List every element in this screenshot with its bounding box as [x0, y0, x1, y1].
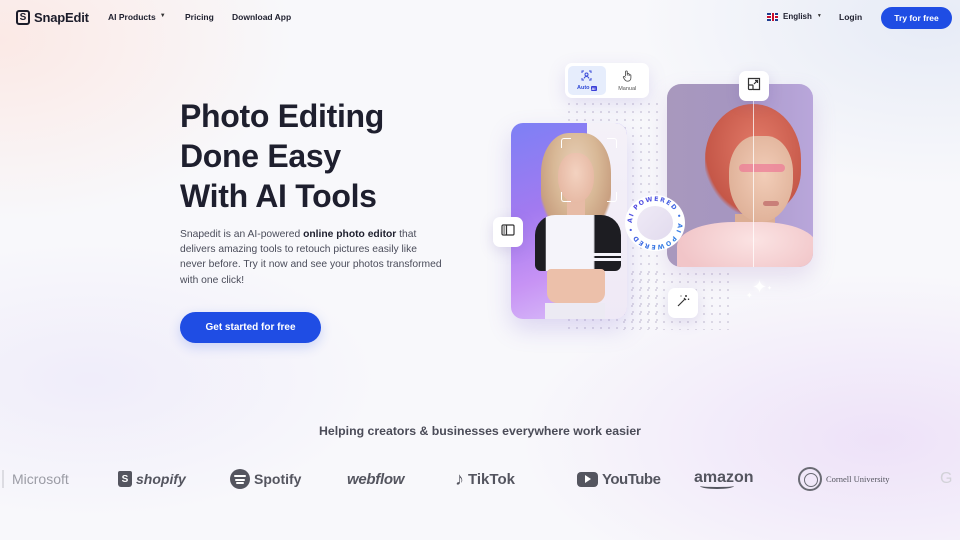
mode-auto-label: Auto AI — [577, 85, 597, 91]
logo-youtube: YouTube — [577, 462, 661, 496]
snapedit-logo-icon: S — [16, 10, 30, 25]
mode-manual[interactable]: Manual — [609, 66, 647, 95]
trust-heading: Helping creators & businesses everywhere… — [319, 424, 641, 438]
sample-photo-girl — [511, 123, 627, 319]
logo-shopify: S shopify — [118, 462, 186, 496]
login-link[interactable]: Login — [839, 12, 862, 22]
top-nav: S SnapEdit AI Products ▼ Pricing Downloa… — [0, 0, 960, 36]
ai-badge-chip: AI — [590, 85, 597, 91]
ai-powered-text: AI POWERED • AI POWERED • — [627, 196, 682, 250]
mode-auto[interactable]: Auto AI — [568, 66, 606, 95]
nav-ai-products-label: AI Products — [108, 12, 156, 22]
hero-desc-highlight: online photo editor — [303, 229, 397, 240]
hero-desc-text: Snapedit is an AI-powered — [180, 229, 304, 240]
photo-subject-body — [547, 269, 605, 303]
svg-text:AI POWERED • AI POWERED •: AI POWERED • AI POWERED • — [627, 196, 683, 250]
logo-webflow: webflow — [347, 462, 404, 496]
language-label: English — [783, 12, 812, 21]
logo-spotify: Spotify — [230, 462, 301, 496]
photo-subject-stripe — [593, 253, 621, 256]
sparkle-icon: ✦ — [767, 286, 773, 292]
hero-description: Snapedit is an AI-powered online photo e… — [180, 227, 442, 288]
logo-cornell: Cornell University — [798, 462, 890, 496]
hero-title-line-3: With AI Tools — [180, 178, 377, 214]
photo-subject-pants — [545, 303, 605, 319]
get-started-button[interactable]: Get started for free — [180, 312, 321, 343]
hero-title-line-1: Photo Editing — [180, 98, 385, 134]
sparkle-icon: ✦ — [746, 291, 753, 300]
expand-icon — [747, 77, 761, 96]
ai-powered-ring: AI POWERED • AI POWERED • — [627, 196, 683, 250]
nav-ai-products[interactable]: AI Products ▼ — [108, 12, 166, 22]
hero-title-line-2: Done Easy — [180, 138, 341, 174]
partner-logos: Microsoft S shopify Spotify webflow ♪ Ti… — [0, 462, 960, 496]
magic-tool-button[interactable] — [668, 288, 698, 318]
photo-subject-shirt — [535, 215, 621, 271]
amazon-smile-icon — [700, 483, 734, 489]
logo-youtube-text: YouTube — [602, 470, 661, 488]
logo-webflow-text: webflow — [347, 470, 405, 488]
logo-shopify-text: shopify — [136, 471, 186, 487]
face-scan-icon — [581, 70, 592, 83]
expand-tool-button[interactable] — [739, 71, 769, 101]
mode-auto-text: Auto — [576, 85, 590, 91]
logo-amazon: amazon — [694, 462, 754, 496]
logo-microsoft: Microsoft — [2, 462, 69, 496]
logo-google-partial: G — [940, 462, 952, 496]
mode-manual-label: Manual — [618, 85, 637, 92]
mode-switcher: Auto AI Manual — [565, 63, 649, 98]
before-after-slider[interactable] — [753, 84, 754, 267]
nav-pricing[interactable]: Pricing — [185, 12, 214, 22]
logo-microsoft-text: Microsoft — [12, 471, 69, 487]
ai-powered-badge: AI POWERED • AI POWERED • — [625, 195, 685, 251]
magic-wand-icon — [676, 294, 690, 313]
caret-down-icon: ▼ — [816, 12, 822, 19]
language-selector[interactable]: English ▼ — [767, 12, 822, 21]
cornell-seal-icon — [798, 467, 822, 491]
try-for-free-button[interactable]: Try for free — [881, 7, 952, 29]
nav-download-app[interactable]: Download App — [232, 12, 291, 22]
logo-cornell-text: Cornell University — [826, 474, 890, 484]
shopify-bag-icon: S — [118, 471, 132, 487]
face-detection-frame — [561, 138, 617, 202]
sample-photo-before-after — [667, 84, 813, 267]
logo-edge-fade — [2, 470, 4, 488]
logo-tiktok-text: TikTok — [468, 470, 515, 488]
photo-subject-lips — [763, 201, 779, 206]
uk-flag-icon — [767, 12, 778, 21]
photo-subject-face — [729, 136, 793, 222]
photo-subject-makeup — [739, 164, 785, 172]
logo-tiktok: ♪ TikTok — [455, 462, 515, 496]
logo-spotify-text: Spotify — [254, 471, 302, 487]
chevron-down-icon: ▼ — [159, 13, 166, 19]
compare-icon — [501, 223, 515, 241]
sparkle-icon: ✦ — [752, 277, 768, 297]
youtube-play-icon — [577, 471, 598, 487]
tiktok-note-icon: ♪ — [455, 468, 464, 489]
logo-google-text: G — [940, 470, 953, 487]
compare-tool-button[interactable] — [493, 217, 523, 247]
hand-pointer-icon — [622, 69, 632, 84]
brand-logo[interactable]: S SnapEdit — [16, 10, 89, 25]
photo-subject-collar — [677, 222, 813, 267]
hero-title: Photo Editing Done Easy With AI Tools — [180, 96, 480, 216]
spotify-icon — [230, 469, 250, 489]
brand-name: SnapEdit — [34, 10, 89, 25]
